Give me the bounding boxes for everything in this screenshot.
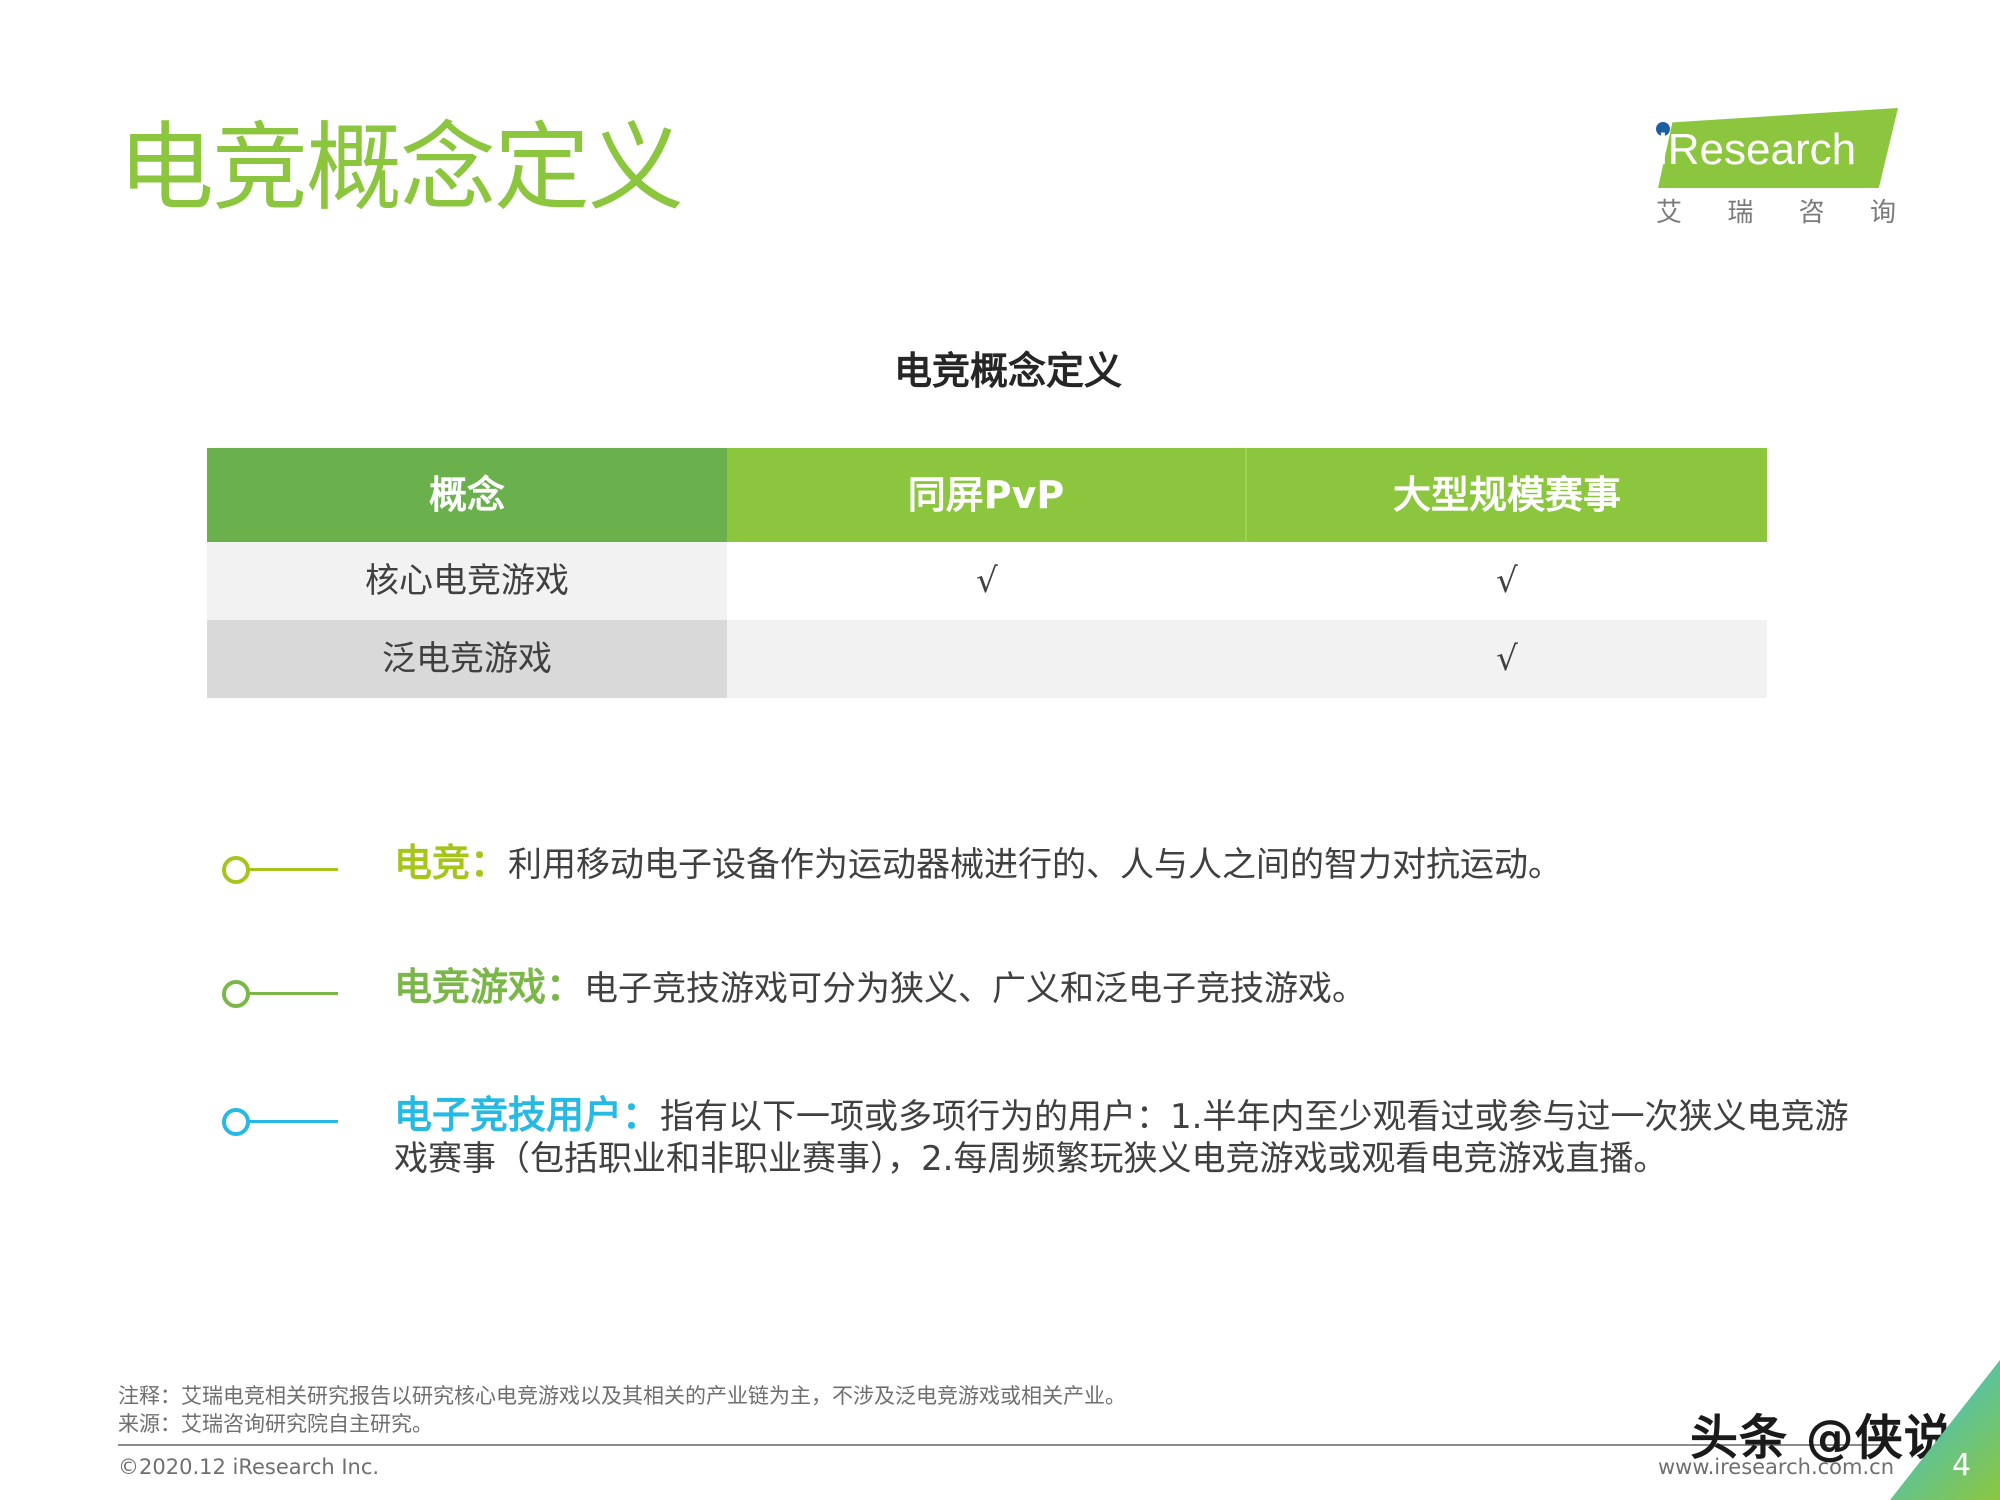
- page-title: 电竞概念定义: [118, 112, 684, 224]
- definition-text: 电竞：利用移动电子设备作为运动器械进行的、人与人之间的智力对抗运动。: [394, 842, 1854, 886]
- watermark: 头条 @侠说: [1690, 1410, 1953, 1466]
- definition-text: 电竞游戏：电子竞技游戏可分为狭义、广义和泛电子竞技游戏。: [394, 966, 1854, 1010]
- table-header-cell: 概念: [207, 448, 727, 542]
- definition-term: 电竞：: [394, 841, 509, 885]
- table-header-row: 概念 同屏PvP 大型规模赛事: [207, 448, 1767, 542]
- definition-text: 电子竞技用户：指有以下一项或多项行为的用户：1.半年内至少观看过或参与过一次狭义…: [394, 1094, 1854, 1180]
- logo-char: 瑞: [1727, 198, 1754, 228]
- table-cell: 泛电竞游戏: [207, 620, 727, 698]
- definition-term: 电竞游戏：: [394, 965, 585, 1009]
- table-cell: 核心电竞游戏: [207, 542, 727, 620]
- logo-char: 艾: [1656, 198, 1683, 228]
- bullet-line: [248, 992, 338, 995]
- logo-chinese-name: 艾 瑞 咨 询: [1656, 192, 1896, 229]
- footnote-note: 注释：艾瑞电竞相关研究报告以研究核心电竞游戏以及其相关的产业链为主，不涉及泛电竞…: [118, 1384, 1126, 1408]
- logo-char: 咨: [1798, 198, 1825, 228]
- table-cell: √: [1247, 620, 1767, 698]
- bullet-marker: [218, 856, 338, 886]
- bullet-line: [248, 1120, 338, 1123]
- definition-body: 利用移动电子设备作为运动器械进行的、人与人之间的智力对抗运动。: [508, 845, 1563, 885]
- circle-icon: [222, 980, 250, 1008]
- copyright: ©2020.12 iResearch Inc.: [118, 1455, 380, 1479]
- concept-table: 概念 同屏PvP 大型规模赛事 核心电竞游戏 √ √ 泛电竞游戏 √: [207, 448, 1767, 698]
- definition-term: 电子竞技用户：: [394, 1093, 661, 1137]
- iresearch-logo: iResearch 艾 瑞 咨 询: [1650, 100, 1900, 230]
- table-cell: [727, 620, 1247, 698]
- table-header-cell: 同屏PvP: [727, 448, 1247, 542]
- logo-wordmark: iResearch: [1658, 125, 1857, 174]
- bullet-marker: [218, 980, 338, 1010]
- logo-char: 询: [1869, 198, 1896, 228]
- table-cell: √: [727, 542, 1247, 620]
- page-number: 4: [1952, 1448, 1972, 1483]
- circle-icon: [222, 1108, 250, 1136]
- footnote-source: 来源：艾瑞咨询研究院自主研究。: [118, 1412, 433, 1436]
- footer-divider: [118, 1444, 1880, 1446]
- footnotes: 注释：艾瑞电竞相关研究报告以研究核心电竞游戏以及其相关的产业链为主，不涉及泛电竞…: [118, 1382, 1126, 1438]
- bullet-marker: [218, 1108, 338, 1138]
- table-header-cell: 大型规模赛事: [1247, 448, 1767, 542]
- bullet-line: [248, 868, 338, 871]
- section-title: 电竞概念定义: [893, 349, 1122, 393]
- circle-icon: [222, 856, 250, 884]
- table-row: 泛电竞游戏 √: [207, 620, 1767, 698]
- table-row: 核心电竞游戏 √ √: [207, 542, 1767, 620]
- definition-body: 电子竞技游戏可分为狭义、广义和泛电子竞技游戏。: [584, 969, 1367, 1009]
- table-cell: √: [1247, 542, 1767, 620]
